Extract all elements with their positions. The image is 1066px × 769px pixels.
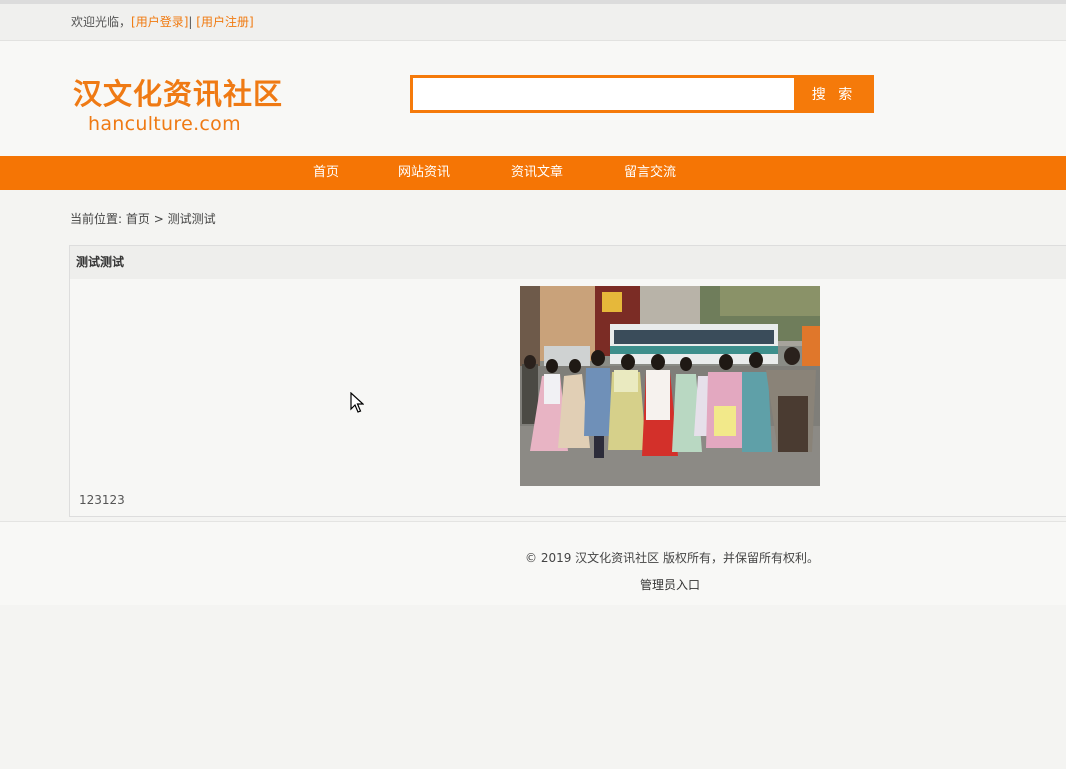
copyright-text: © 2019 汉文化资讯社区 版权所有，并保留所有权利。 <box>525 551 819 565</box>
photo-people-in-hanfu-icon <box>520 286 820 486</box>
search-button[interactable]: 搜 索 <box>794 75 874 113</box>
breadcrumb: 当前位置: 首页 > 测试测试 <box>70 210 216 227</box>
breadcrumb-prefix: 当前位置: <box>70 212 126 226</box>
main-nav: 首页 网站资讯 资讯文章 留言交流 <box>0 156 1066 190</box>
admin-entry-link[interactable]: 管理员入口 <box>640 576 700 593</box>
site-logo-title[interactable]: 汉文化资讯社区 <box>73 71 283 113</box>
breadcrumb-home[interactable]: 首页 <box>126 212 150 226</box>
nav-item-guestbook[interactable]: 留言交流 <box>624 156 676 190</box>
breadcrumb-current: 测试测试 <box>167 212 216 226</box>
article-panel: 测试测试 123123 <box>69 245 1066 517</box>
separator: | <box>188 15 193 29</box>
register-link[interactable]: [用户注册] <box>196 15 253 29</box>
site-header: 汉文化资讯社区 hanculture.com 搜 索 <box>0 41 1066 156</box>
nav-item-home[interactable]: 首页 <box>313 156 339 190</box>
nav-item-site-news[interactable]: 网站资讯 <box>398 156 450 190</box>
article-title: 测试测试 <box>70 246 1066 279</box>
site-logo-domain[interactable]: hanculture.com <box>88 113 241 135</box>
article-body-text: 123123 <box>79 493 125 507</box>
welcome-bar: 欢迎光临，[用户登录]| [用户注册] <box>0 4 1066 41</box>
nav-item-articles[interactable]: 资讯文章 <box>511 156 563 190</box>
mouse-cursor-icon <box>350 391 365 418</box>
login-link[interactable]: [用户登录] <box>131 15 188 29</box>
welcome-text: 欢迎光临， <box>71 15 132 29</box>
breadcrumb-arrow: > <box>149 212 168 226</box>
site-footer: © 2019 汉文化资讯社区 版权所有，并保留所有权利。 管理员入口 <box>0 521 1066 605</box>
search-input[interactable] <box>410 75 795 113</box>
article-photo <box>520 286 820 486</box>
